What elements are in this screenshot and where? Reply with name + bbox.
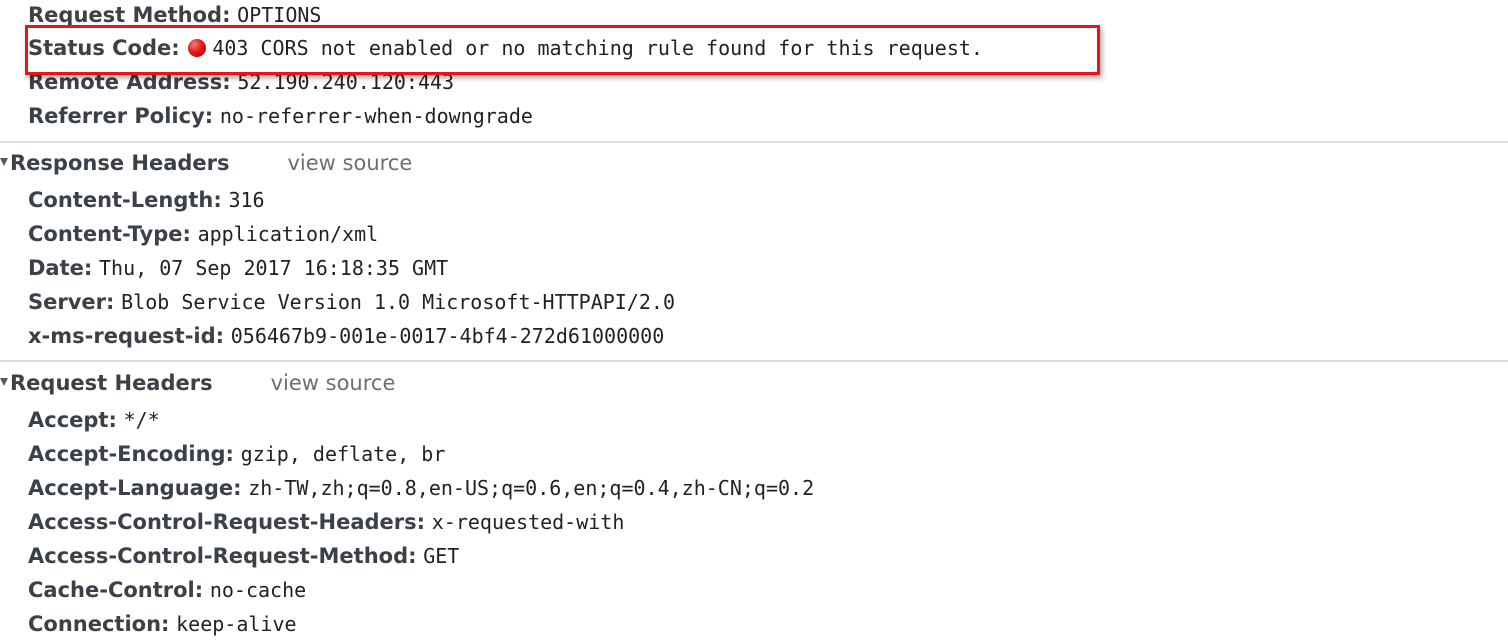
response-headers-section-header[interactable]: Response Headers view source bbox=[0, 148, 412, 178]
header-key: Referrer Policy: bbox=[28, 104, 214, 128]
referrer-policy-row: Referrer Policy: no-referrer-when-downgr… bbox=[28, 101, 533, 131]
header-key: Access-Control-Request-Method: bbox=[28, 544, 417, 568]
header-value: 056467b9-001e-0017-4bf4-272d61000000 bbox=[230, 324, 665, 348]
response-header-row: x-ms-request-id: 056467b9-001e-0017-4bf4… bbox=[28, 321, 664, 351]
header-key: Accept-Language: bbox=[28, 476, 242, 500]
header-key: Request Method: bbox=[28, 3, 231, 27]
header-key: Date: bbox=[28, 256, 93, 280]
header-key: Connection: bbox=[28, 612, 170, 636]
expand-triangle-icon[interactable] bbox=[0, 378, 8, 386]
header-key: Access-Control-Request-Headers: bbox=[28, 510, 426, 534]
header-value: GET bbox=[423, 544, 460, 568]
section-divider bbox=[0, 141, 1508, 143]
header-value: zh-TW,zh;q=0.8,en-US;q=0.6,en;q=0.4,zh-C… bbox=[248, 476, 815, 500]
header-value: gzip, deflate, br bbox=[240, 442, 446, 466]
section-divider bbox=[0, 360, 1508, 362]
request-header-row: Accept-Language: zh-TW,zh;q=0.8,en-US;q=… bbox=[28, 473, 814, 503]
header-key: Content-Length: bbox=[28, 188, 222, 212]
header-key: Accept-Encoding: bbox=[28, 442, 234, 466]
header-key: Accept: bbox=[28, 408, 117, 432]
header-key: x-ms-request-id: bbox=[28, 324, 225, 348]
header-value: no-cache bbox=[209, 578, 307, 602]
header-value: OPTIONS bbox=[237, 3, 322, 27]
request-header-row: Access-Control-Request-Method: GET bbox=[28, 541, 459, 571]
header-value: 316 bbox=[228, 188, 265, 212]
section-title[interactable]: Response Headers bbox=[10, 151, 230, 175]
status-highlight-annotation bbox=[25, 25, 1100, 75]
view-source-link[interactable]: view source bbox=[271, 371, 396, 395]
header-value: keep-alive bbox=[176, 612, 297, 636]
header-value: application/xml bbox=[197, 222, 379, 246]
response-header-row: Content-Type: application/xml bbox=[28, 219, 378, 249]
request-header-row: Access-Control-Request-Headers: x-reques… bbox=[28, 507, 624, 537]
request-header-row: Accept-Encoding: gzip, deflate, br bbox=[28, 439, 445, 469]
request-headers-section-header[interactable]: Request Headers view source bbox=[0, 368, 395, 398]
request-header-row: Cache-Control: no-cache bbox=[28, 575, 306, 605]
header-value: Blob Service Version 1.0 Microsoft-HTTPA… bbox=[121, 290, 675, 314]
response-header-row: Content-Length: 316 bbox=[28, 185, 265, 215]
request-header-row: Connection: keep-alive bbox=[28, 609, 297, 639]
header-value: */* bbox=[123, 408, 160, 432]
view-source-link[interactable]: view source bbox=[288, 151, 413, 175]
header-value: Thu, 07 Sep 2017 16:18:35 GMT bbox=[98, 256, 449, 280]
header-key: Server: bbox=[28, 290, 115, 314]
expand-triangle-icon[interactable] bbox=[0, 158, 8, 166]
header-value: x-requested-with bbox=[431, 510, 625, 534]
header-key: Content-Type: bbox=[28, 222, 191, 246]
header-key: Cache-Control: bbox=[28, 578, 204, 602]
response-header-row: Date: Thu, 07 Sep 2017 16:18:35 GMT bbox=[28, 253, 448, 283]
request-header-row: Accept: */* bbox=[28, 405, 160, 435]
response-header-row: Server: Blob Service Version 1.0 Microso… bbox=[28, 287, 675, 317]
header-value: no-referrer-when-downgrade bbox=[219, 104, 533, 128]
section-title[interactable]: Request Headers bbox=[10, 371, 213, 395]
